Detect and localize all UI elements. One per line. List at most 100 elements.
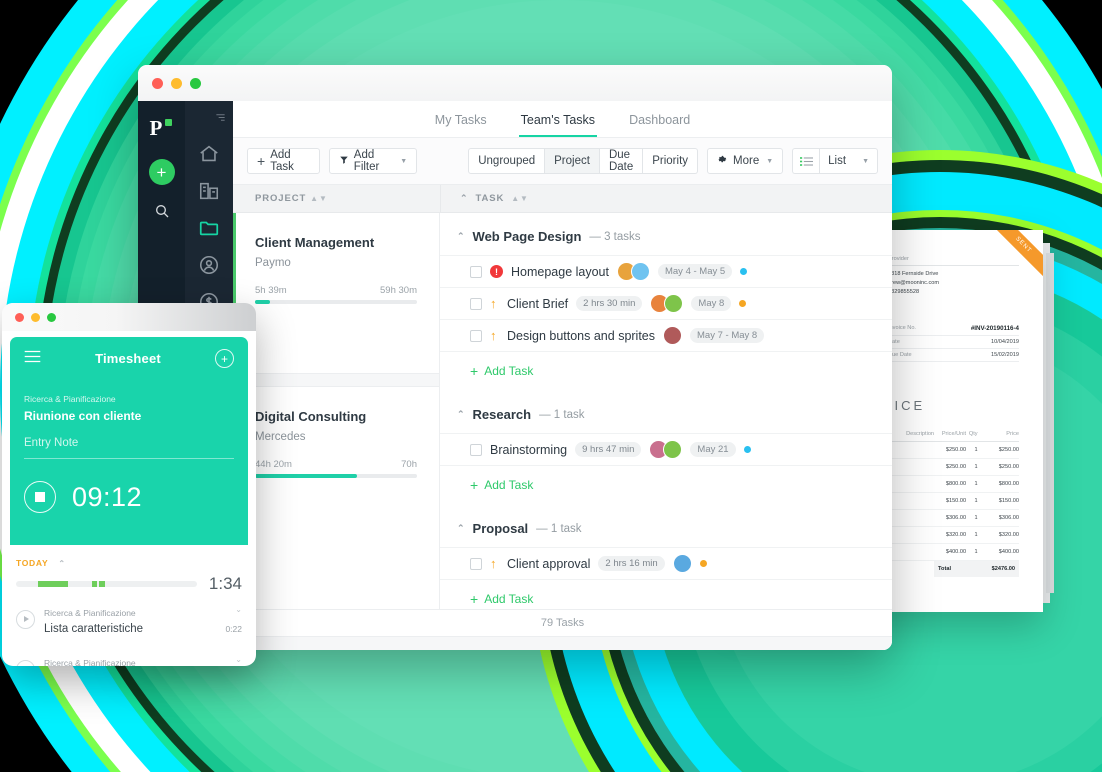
zoom-button[interactable]: [47, 312, 56, 322]
add-task-button[interactable]: + Add Task: [247, 148, 320, 174]
add-task-label: Add Task: [270, 149, 294, 173]
list-view-icon[interactable]: [792, 148, 820, 174]
group-priority[interactable]: Priority: [643, 148, 699, 174]
minimize-button[interactable]: [171, 77, 182, 89]
description-cell: [897, 543, 935, 562]
assignee-avatars[interactable]: [649, 440, 683, 459]
sort-icon[interactable]: ▲▼: [310, 194, 328, 203]
add-filter-button[interactable]: Add Filter ▼: [328, 148, 418, 174]
column-header-task-label: TASK: [475, 193, 505, 204]
sort-icon[interactable]: ▲▼: [511, 194, 529, 203]
zoom-button[interactable]: [190, 77, 201, 89]
task-date-badge[interactable]: May 7 - May 8: [690, 328, 765, 343]
task-row[interactable]: ! Homepage layout May 4 - May 5: [440, 255, 892, 287]
group-ungrouped[interactable]: Ungrouped: [468, 148, 546, 174]
minimize-button[interactable]: [31, 312, 40, 322]
project-progress-fill: [255, 474, 358, 478]
collapse-icon[interactable]: [215, 110, 226, 128]
timesheet-entry[interactable]: Ricerca & Pianificazione Lista caratteris…: [16, 594, 242, 644]
project-card[interactable]: Client Management Paymo 5h 39m 59h 30m: [233, 213, 439, 373]
add-entry-button[interactable]: +: [215, 349, 234, 368]
chevron-up-icon[interactable]: ⌃: [457, 523, 465, 534]
tab-dashboard[interactable]: Dashboard: [627, 113, 692, 137]
sidebar-item-people[interactable]: [198, 254, 220, 276]
add-task-inline-button[interactable]: + Add Task: [440, 465, 892, 505]
chevron-down-icon[interactable]: ⌄: [225, 655, 242, 664]
task-status-dot[interactable]: [699, 560, 707, 567]
task-group-header[interactable]: ⌃ Proposal — 1 task: [440, 505, 892, 547]
assignee-avatars[interactable]: [672, 554, 692, 573]
invoice-stack-sheet-back2: [1046, 253, 1054, 593]
sidebar-item-projects[interactable]: [198, 217, 220, 239]
chevron-up-icon[interactable]: ⌃: [457, 409, 465, 420]
day-timeline-segment: [91, 581, 98, 587]
column-header-task[interactable]: ⌃ TASK ▲▼: [440, 185, 892, 212]
chevron-down-icon: ▼: [766, 157, 774, 165]
stop-timer-button[interactable]: [24, 481, 56, 513]
column-header-project[interactable]: PROJECT ▲▼: [233, 193, 440, 204]
task-date-badge[interactable]: May 21: [690, 442, 736, 457]
task-row[interactable]: ↑ Client approval 2 hrs 16 min: [440, 547, 892, 579]
hamburger-icon[interactable]: [24, 350, 41, 368]
tab-my-tasks[interactable]: My Tasks: [433, 113, 489, 137]
description-cell: [897, 509, 935, 528]
day-total: 1:34: [208, 574, 242, 593]
price-unit-cell: $320.00: [934, 526, 967, 545]
paymo-logo-icon[interactable]: P: [150, 117, 174, 141]
task-checkbox[interactable]: [470, 265, 482, 278]
close-button[interactable]: [15, 312, 24, 322]
task-status-dot[interactable]: [739, 300, 747, 307]
sidebar-item-home[interactable]: [198, 143, 220, 165]
task-checkbox[interactable]: [470, 297, 482, 310]
window-titlebar: [138, 65, 892, 101]
add-task-inline-button[interactable]: + Add Task: [440, 351, 892, 391]
assignee-avatars[interactable]: [616, 262, 650, 281]
group-due-date[interactable]: Due Date: [599, 148, 644, 174]
task-checkbox[interactable]: [470, 557, 482, 570]
timesheet-day-header[interactable]: TODAY ⌃: [16, 558, 242, 568]
chevron-up-icon[interactable]: ⌃: [58, 559, 65, 568]
task-group-count: — 3 tasks: [589, 230, 641, 243]
quick-add-button[interactable]: +: [148, 159, 175, 185]
play-icon: [23, 616, 29, 622]
group-project[interactable]: Project: [545, 148, 600, 174]
description-cell: [897, 475, 935, 494]
task-row[interactable]: ↑ Client Brief 2 hrs 30 min May 8: [440, 287, 892, 319]
chevron-up-icon[interactable]: ⌃: [460, 193, 468, 204]
qty-cell: 1: [966, 543, 978, 562]
chevron-down-icon[interactable]: ⌄: [225, 605, 242, 614]
task-checkbox[interactable]: [470, 329, 482, 342]
task-group-header[interactable]: ⌃ Web Page Design — 3 tasks: [440, 213, 892, 255]
start-timer-button[interactable]: [16, 659, 35, 666]
project-client: Mercedes: [255, 431, 306, 443]
task-date-badge[interactable]: May 4 - May 5: [657, 264, 733, 279]
task-date-badge[interactable]: May 8: [691, 296, 732, 311]
search-icon[interactable]: [154, 203, 170, 219]
provider-lines: 4318 Fernside Drive drew@mooninc.com 832…: [888, 270, 1019, 298]
view-switcher[interactable]: List ▼: [792, 148, 878, 174]
project-card[interactable]: Digital Consulting Mercedes 44h 20m 70h: [233, 387, 439, 478]
chevron-up-icon[interactable]: ⌃: [457, 231, 465, 242]
sidebar-item-clients[interactable]: [198, 180, 220, 202]
entry-note-input[interactable]: Entry Note: [24, 437, 234, 459]
project-logged: 5h 39m: [255, 285, 287, 296]
add-task-inline-button[interactable]: + Add Task: [440, 579, 892, 609]
plus-icon: +: [257, 153, 266, 169]
task-row[interactable]: ↑ Design buttons and sprites May 7 - May 8: [440, 319, 892, 351]
provider-line: 4318 Fernside Drive: [888, 271, 939, 277]
invoice-provider-block: Provider 4318 Fernside Drive drew@moonin…: [888, 252, 1019, 298]
more-button[interactable]: More ▼: [707, 148, 784, 174]
qty-cell: 1: [966, 475, 978, 494]
timesheet-entry[interactable]: Ricerca & PianificazioneScegli le tecnol…: [16, 644, 242, 666]
task-status-dot[interactable]: [743, 446, 751, 453]
assignee-avatars[interactable]: [650, 294, 684, 313]
assignee-avatars[interactable]: [663, 326, 683, 345]
description-cell: [897, 458, 935, 477]
task-group-header[interactable]: ⌃ Research — 1 task: [440, 391, 892, 433]
task-checkbox[interactable]: [470, 443, 482, 456]
task-status-dot[interactable]: [740, 268, 748, 275]
tab-teams-tasks[interactable]: Team's Tasks: [518, 113, 598, 137]
task-row[interactable]: Brainstorming 9 hrs 47 min May 21: [440, 433, 892, 465]
start-timer-button[interactable]: [16, 609, 35, 629]
close-button[interactable]: [152, 77, 163, 89]
